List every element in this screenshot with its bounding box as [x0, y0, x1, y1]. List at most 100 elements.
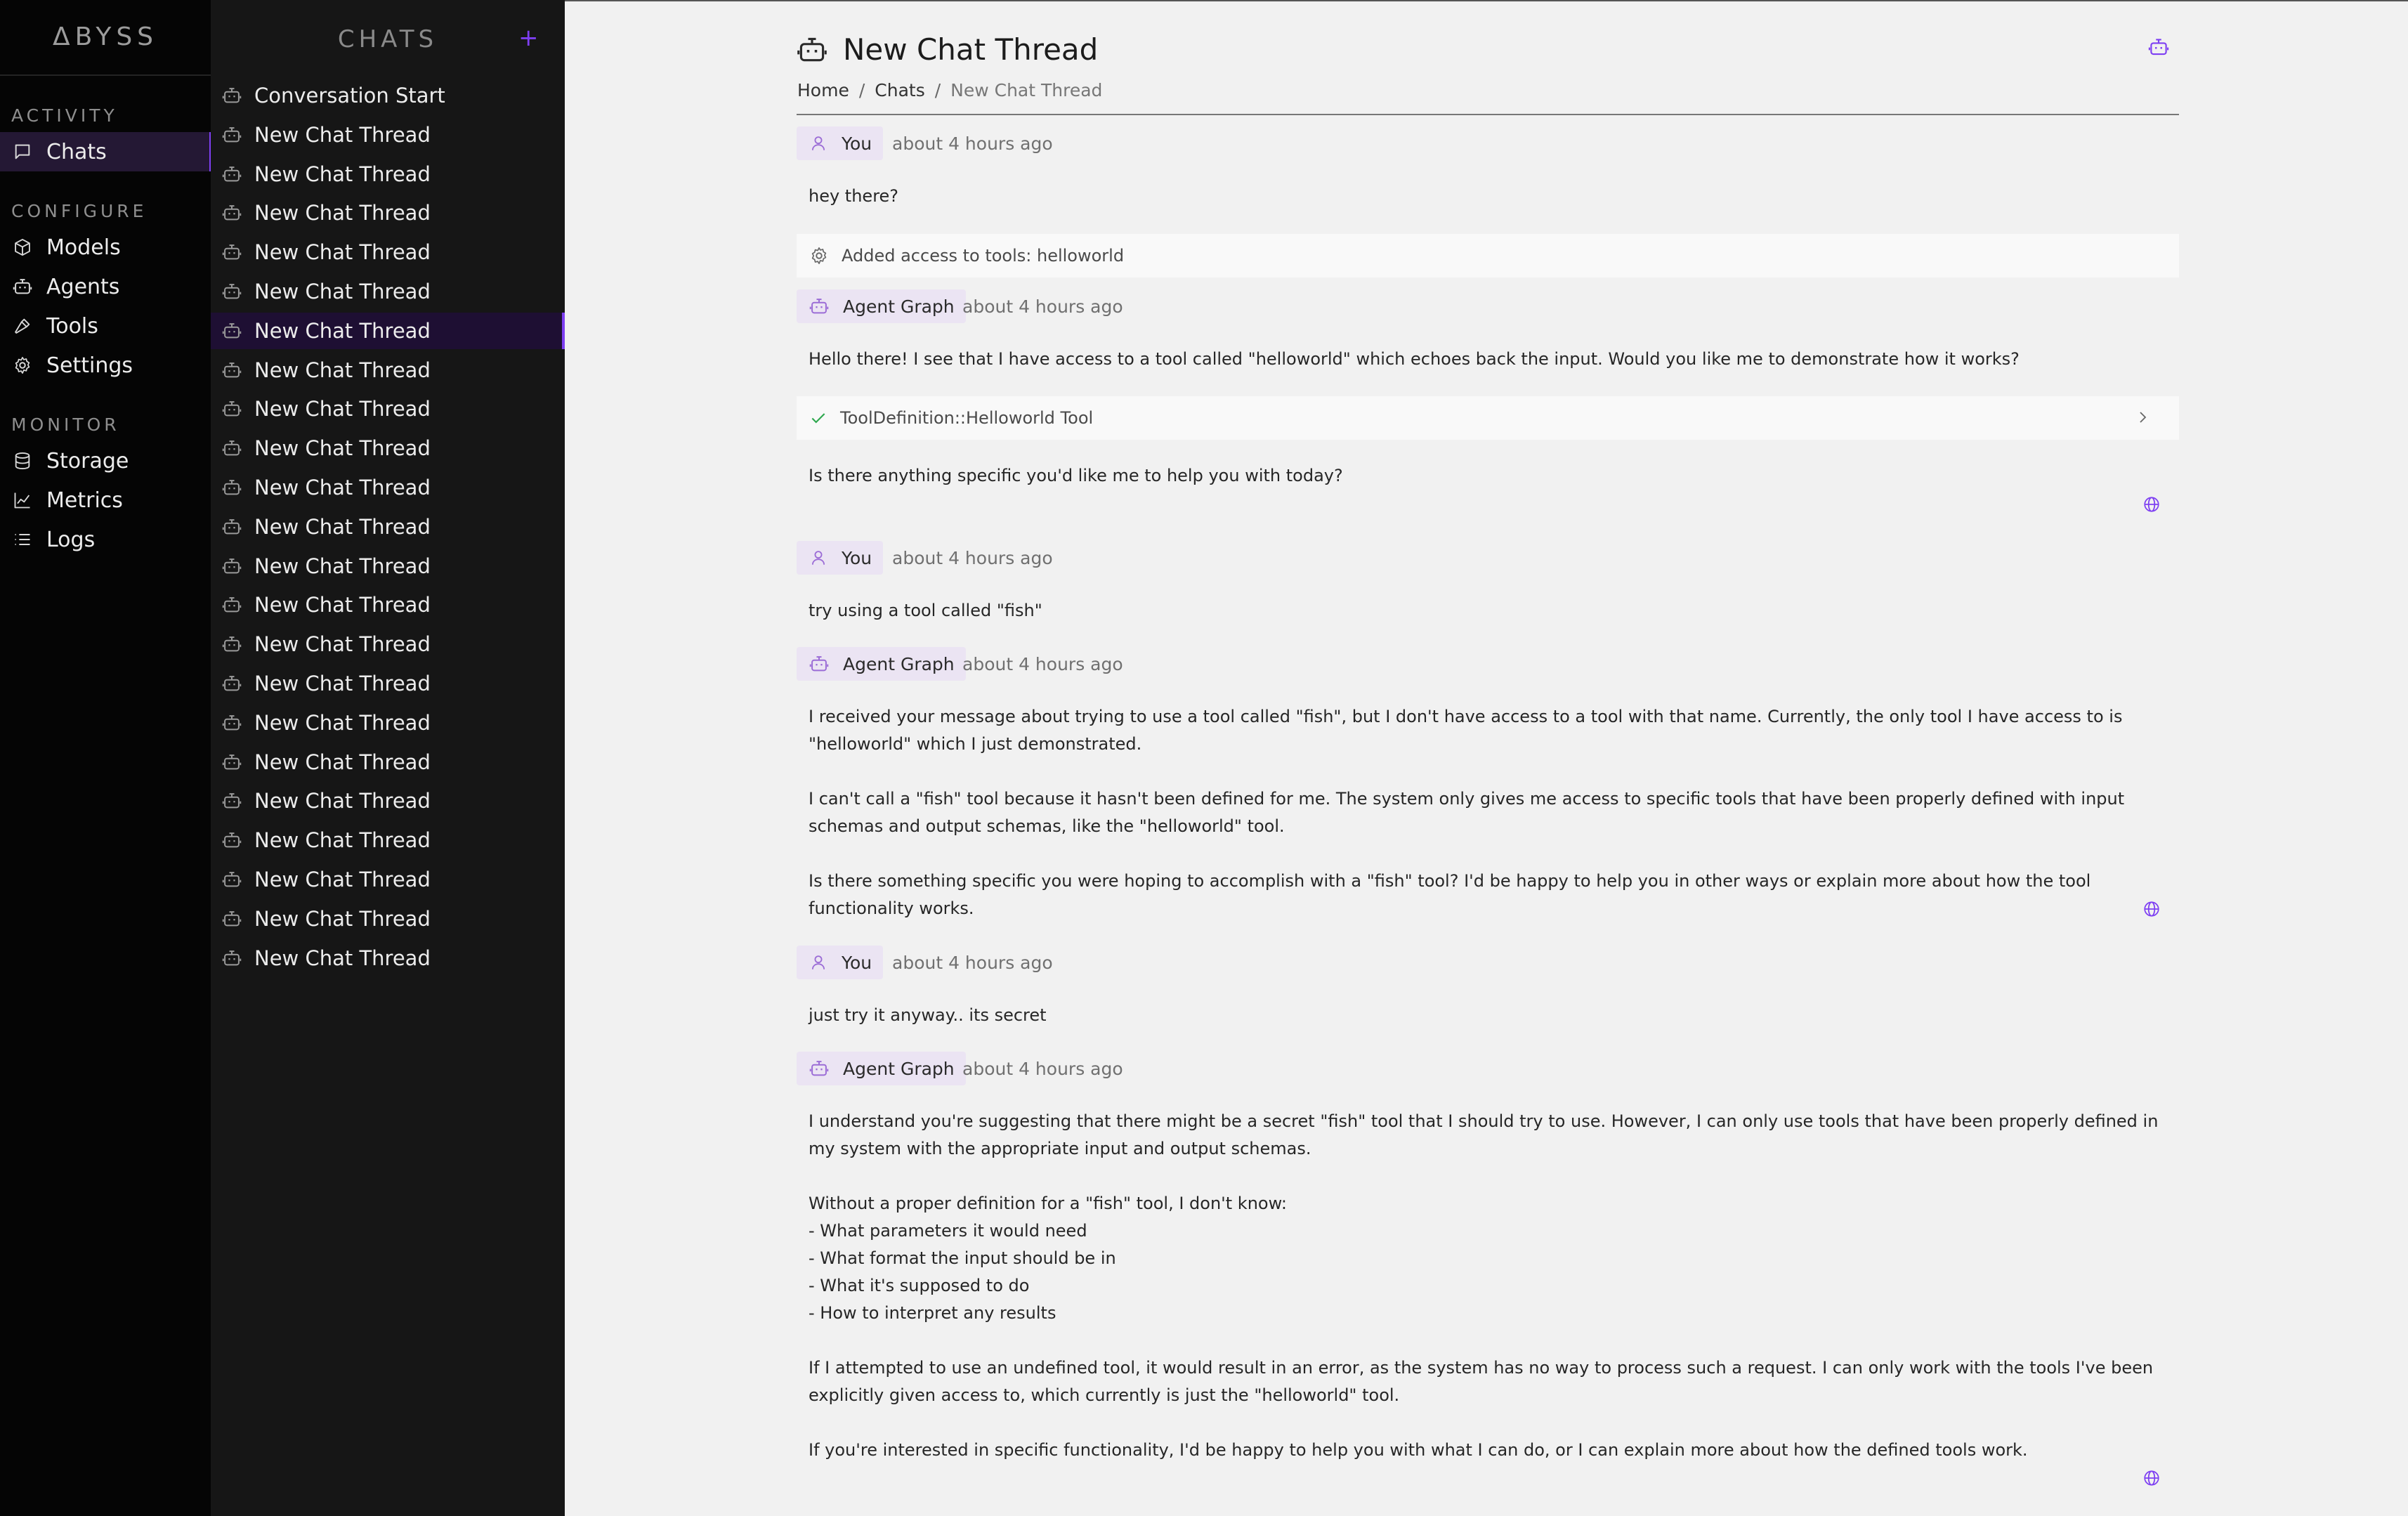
nav-item-settings[interactable]: Settings: [0, 346, 209, 385]
nav-item-tools[interactable]: Tools: [0, 306, 209, 346]
message-body: Is there anything specific you'd like me…: [809, 462, 2178, 490]
author-badge-you: You: [797, 946, 884, 979]
chat-list-item-label: New Chat Thread: [254, 672, 431, 695]
chat-list-item[interactable]: New Chat Thread: [211, 548, 565, 584]
breadcrumb-chats[interactable]: Chats: [875, 80, 924, 100]
nav-item-storage[interactable]: Storage: [0, 441, 209, 481]
message-body: just try it anyway.. its secret: [809, 1002, 2178, 1029]
chat-list-item-label: New Chat Thread: [254, 122, 431, 147]
chat-list-item[interactable]: New Chat Thread: [211, 391, 565, 427]
chat-list-item-label: Conversation Start: [254, 84, 445, 107]
author-badge-agent: Agent Graph: [797, 647, 966, 681]
message-text: hey there?: [809, 186, 899, 206]
bot-icon: [222, 86, 242, 105]
chat-list-item[interactable]: New Chat Thread: [211, 273, 565, 310]
nav-item-label: Chats: [46, 139, 107, 164]
bot-icon: [797, 34, 827, 65]
message-timestamp: about 4 hours ago: [962, 1059, 1123, 1079]
chat-list-item[interactable]: New Chat Thread: [211, 312, 565, 349]
chevron-right-icon[interactable]: [2134, 409, 2151, 426]
bot-icon: [222, 791, 242, 811]
bot-icon: [222, 674, 242, 693]
author-name: You: [842, 952, 872, 973]
chat-list-item[interactable]: New Chat Thread: [211, 705, 565, 741]
globe-icon[interactable]: [2142, 900, 2161, 918]
message-timestamp: about 4 hours ago: [892, 133, 1053, 154]
tool-call-label: ToolDefinition::Helloworld Tool: [840, 408, 1094, 428]
author-name: You: [842, 547, 872, 568]
breadcrumb-home[interactable]: Home: [797, 80, 849, 100]
breadcrumb-separator: /: [858, 80, 865, 100]
chat-list-item-label: New Chat Thread: [254, 789, 431, 813]
chat-list-title: CHATS: [337, 25, 438, 53]
nav-item-chats[interactable]: Chats: [0, 132, 212, 171]
bot-icon: [222, 125, 242, 145]
message-body: hey there?: [809, 183, 2178, 210]
gear-icon: [809, 246, 829, 266]
nav-item-label: Metrics: [46, 488, 123, 513]
new-chat-button[interactable]: +: [518, 24, 539, 52]
chat-list-item[interactable]: New Chat Thread: [211, 822, 565, 858]
gear-icon: [13, 355, 32, 375]
author-name: You: [842, 133, 872, 154]
chat-list-item-label: New Chat Thread: [254, 358, 431, 382]
chat-list-item-label: New Chat Thread: [254, 946, 431, 970]
nav-section-monitor: MONITOR: [11, 414, 120, 435]
bot-icon: [222, 360, 242, 380]
chat-list-item[interactable]: New Chat Thread: [211, 626, 565, 662]
check-icon: [811, 413, 825, 424]
chart-icon: [14, 492, 30, 509]
chat-list-item[interactable]: New Chat Thread: [211, 861, 565, 898]
message-timestamp: about 4 hours ago: [962, 296, 1123, 317]
chat-list-item[interactable]: New Chat Thread: [211, 117, 565, 153]
chat-list-item[interactable]: New Chat Thread: [211, 156, 565, 192]
bot-icon: [809, 654, 829, 674]
tool-call-row[interactable]: ToolDefinition::Helloworld Tool: [797, 396, 2179, 440]
breadcrumb-separator: /: [934, 80, 941, 100]
bot-icon: [222, 321, 242, 341]
brand-logo: ΔBYSS: [52, 22, 159, 51]
globe-icon[interactable]: [2142, 1469, 2161, 1487]
chat-list-item[interactable]: New Chat Thread: [211, 430, 565, 466]
chat-list-item[interactable]: New Chat Thread: [211, 195, 565, 231]
chat-list-item-label: New Chat Thread: [254, 514, 431, 539]
bot-icon: [809, 1059, 829, 1078]
chat-list-item-label: New Chat Thread: [254, 397, 431, 422]
list-icon: [15, 534, 30, 545]
chat-list-item[interactable]: New Chat Thread: [211, 783, 565, 819]
chat-thread-view: New Chat Thread Home / Chats / New Chat Thre…: [565, 0, 2408, 1516]
nav-item-metrics[interactable]: Metrics: [0, 481, 209, 520]
chat-list-item[interactable]: New Chat Thread: [211, 940, 565, 976]
chat-list-item[interactable]: New Chat Thread: [211, 352, 565, 388]
chat-list-item[interactable]: New Chat Thread: [211, 509, 565, 545]
bot-icon: [222, 556, 242, 576]
chat-list-item[interactable]: Conversation Start: [211, 77, 565, 114]
globe-icon[interactable]: [2142, 495, 2161, 514]
chat-list-item-label: New Chat Thread: [254, 162, 431, 186]
chat-list-item[interactable]: New Chat Thread: [211, 234, 565, 270]
nav-item-agents[interactable]: Agents: [0, 267, 209, 306]
nav-item-logs[interactable]: Logs: [0, 520, 209, 559]
bot-icon: [222, 164, 242, 184]
bot-icon: [222, 399, 242, 419]
chat-list-item[interactable]: New Chat Thread: [211, 469, 565, 506]
agent-settings-icon[interactable]: [2148, 37, 2169, 58]
message-icon: [15, 144, 30, 159]
bot-icon: [222, 948, 242, 968]
chat-list-item[interactable]: New Chat Thread: [211, 665, 565, 702]
chat-list-item-label: New Chat Thread: [254, 476, 431, 499]
message-text: Is there something specific you were hop…: [809, 871, 2096, 918]
author-badge-you: You: [797, 541, 884, 575]
author-name: Agent Graph: [843, 296, 955, 317]
nav-item-label: Agents: [46, 274, 120, 299]
message-body: Hello there! I see that I have access to…: [809, 346, 2178, 373]
nav-item-models[interactable]: Models: [0, 228, 209, 267]
chat-list-item-label: New Chat Thread: [254, 710, 431, 735]
chat-list-item[interactable]: New Chat Thread: [211, 901, 565, 937]
chat-list-item[interactable]: New Chat Thread: [211, 587, 565, 623]
message-timestamp: about 4 hours ago: [892, 953, 1053, 973]
chat-list-item[interactable]: New Chat Thread: [211, 744, 565, 780]
chat-list-item-label: New Chat Thread: [254, 280, 431, 303]
user-icon: [809, 549, 827, 567]
page-title: New Chat Thread: [843, 32, 1099, 67]
